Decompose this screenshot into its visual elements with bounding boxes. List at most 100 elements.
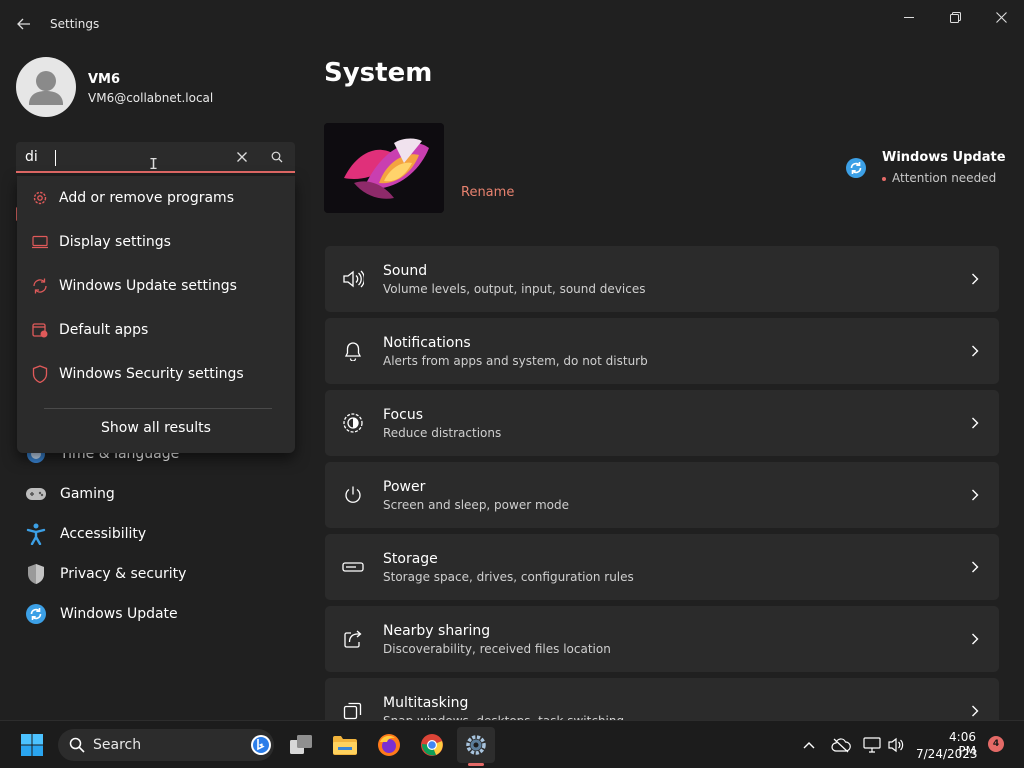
suggestion-windows-update-settings[interactable]: Windows Update settings: [17, 266, 295, 306]
sidebar-item-label: Windows Update: [60, 606, 178, 622]
card-storage[interactable]: Storage Storage space, drives, configura…: [325, 534, 999, 600]
clear-search-button[interactable]: [232, 146, 252, 168]
gear-icon: [466, 735, 486, 755]
folder-icon: [333, 736, 357, 755]
speaker-icon: [341, 267, 365, 291]
sidebar-item-label: Gaming: [60, 486, 115, 502]
focus-icon: [341, 411, 365, 435]
text-caret: [55, 150, 56, 166]
shield-icon: [24, 562, 48, 586]
notification-count-badge[interactable]: 4: [988, 736, 1004, 752]
sidebar-item-label: Privacy & security: [60, 566, 187, 582]
wallpaper-bloom-image: [324, 123, 444, 213]
card-subtitle: Reduce distractions: [383, 426, 502, 440]
gear-icon: [30, 188, 50, 208]
avatar[interactable]: [16, 57, 76, 117]
taskbar-search-label: Search: [93, 737, 142, 753]
card-title: Sound: [383, 263, 428, 279]
firefox-button[interactable]: [370, 727, 408, 763]
taskbar-search[interactable]: Search: [58, 729, 274, 761]
minimize-icon: [904, 17, 914, 18]
sync-icon: [24, 602, 48, 626]
suggestion-add-remove-programs[interactable]: Add or remove programs: [17, 178, 295, 218]
card-title: Notifications: [383, 335, 471, 351]
chevron-right-icon: [969, 630, 981, 648]
show-all-results-button[interactable]: Show all results: [17, 420, 295, 436]
device-wallpaper-thumbnail: [324, 123, 444, 213]
cloud-offline-icon: [831, 738, 851, 753]
suggestion-label: Add or remove programs: [59, 190, 234, 206]
card-subtitle: Discoverability, received files location: [383, 642, 611, 656]
accessibility-icon: [24, 522, 48, 546]
suggestion-windows-security-settings[interactable]: Windows Security settings: [17, 354, 295, 394]
search-icon: [69, 737, 85, 753]
settings-app-button[interactable]: [457, 727, 495, 763]
chrome-icon: [421, 734, 443, 756]
suggestion-label: Windows Update settings: [59, 278, 237, 294]
card-nearby-sharing[interactable]: Nearby sharing Discoverability, received…: [325, 606, 999, 672]
sidebar-item-gaming[interactable]: Gaming: [20, 476, 290, 512]
sidebar-item-accessibility[interactable]: Accessibility: [20, 516, 290, 552]
search-icon: [271, 151, 283, 163]
card-sound[interactable]: Sound Volume levels, output, input, soun…: [325, 246, 999, 312]
search-button[interactable]: [266, 146, 288, 168]
volume-button[interactable]: [876, 727, 916, 763]
suggestion-default-apps[interactable]: Default apps: [17, 310, 295, 350]
suggestion-label: Default apps: [59, 322, 149, 338]
gamepad-icon: [24, 482, 48, 506]
shield-icon: [30, 364, 50, 384]
restore-icon: [949, 11, 961, 23]
chevron-right-icon: [969, 702, 981, 720]
card-subtitle: Storage space, drives, configuration rul…: [383, 570, 634, 584]
display-icon: [30, 232, 50, 252]
card-title: Focus: [383, 407, 423, 423]
card-subtitle: Volume levels, output, input, sound devi…: [383, 282, 646, 296]
suggestion-label: Display settings: [59, 234, 171, 250]
bell-icon: [341, 339, 365, 363]
start-button[interactable]: [13, 727, 51, 763]
close-icon: [995, 11, 1007, 23]
default-apps-icon: [30, 320, 50, 340]
user-email: VM6@collabnet.local: [88, 91, 214, 105]
sidebar-item-privacy-security[interactable]: Privacy & security: [20, 556, 290, 592]
card-title: Storage: [383, 551, 438, 567]
windows-update-status-text: Attention needed: [892, 171, 997, 185]
power-icon: [341, 483, 365, 507]
minimize-button[interactable]: [887, 6, 931, 28]
title-bar: Settings: [0, 0, 1024, 48]
clock-date[interactable]: 7/24/2023: [916, 747, 978, 761]
restore-button[interactable]: [933, 6, 977, 28]
card-notifications[interactable]: Notifications Alerts from apps and syste…: [325, 318, 999, 384]
person-icon: [29, 71, 63, 105]
back-button[interactable]: [10, 11, 38, 37]
close-icon: [237, 152, 247, 162]
sidebar-item-windows-update[interactable]: Windows Update: [20, 596, 290, 632]
sidebar-item-label: Accessibility: [60, 526, 147, 542]
file-explorer-button[interactable]: [326, 727, 364, 763]
firefox-icon: [378, 734, 400, 756]
chevron-right-icon: [969, 270, 981, 288]
task-view-icon: [290, 735, 312, 754]
suggestion-display-settings[interactable]: Display settings: [17, 222, 295, 262]
mouse-cursor: I: [149, 155, 159, 173]
rename-pc-link[interactable]: Rename: [461, 185, 514, 200]
windows-update-title[interactable]: Windows Update: [882, 150, 1006, 165]
arrow-left-icon: [17, 18, 30, 30]
status-dot: [882, 176, 886, 181]
task-view-button[interactable]: [282, 727, 320, 763]
chevron-right-icon: [969, 558, 981, 576]
page-title: System: [324, 58, 433, 88]
suggestion-label: Windows Security settings: [59, 366, 244, 382]
user-name: VM6: [88, 72, 121, 87]
storage-icon: [341, 555, 365, 579]
chevron-right-icon: [969, 486, 981, 504]
chevron-right-icon: [969, 342, 981, 360]
card-focus[interactable]: Focus Reduce distractions: [325, 390, 999, 456]
chrome-button[interactable]: [413, 727, 451, 763]
card-power[interactable]: Power Screen and sleep, power mode: [325, 462, 999, 528]
close-button[interactable]: [979, 6, 1023, 28]
search-suggestions-dropdown: Add or remove programs Display settings …: [17, 176, 295, 453]
divider: [44, 408, 272, 409]
card-title: Nearby sharing: [383, 623, 491, 639]
sync-icon: [30, 276, 50, 296]
